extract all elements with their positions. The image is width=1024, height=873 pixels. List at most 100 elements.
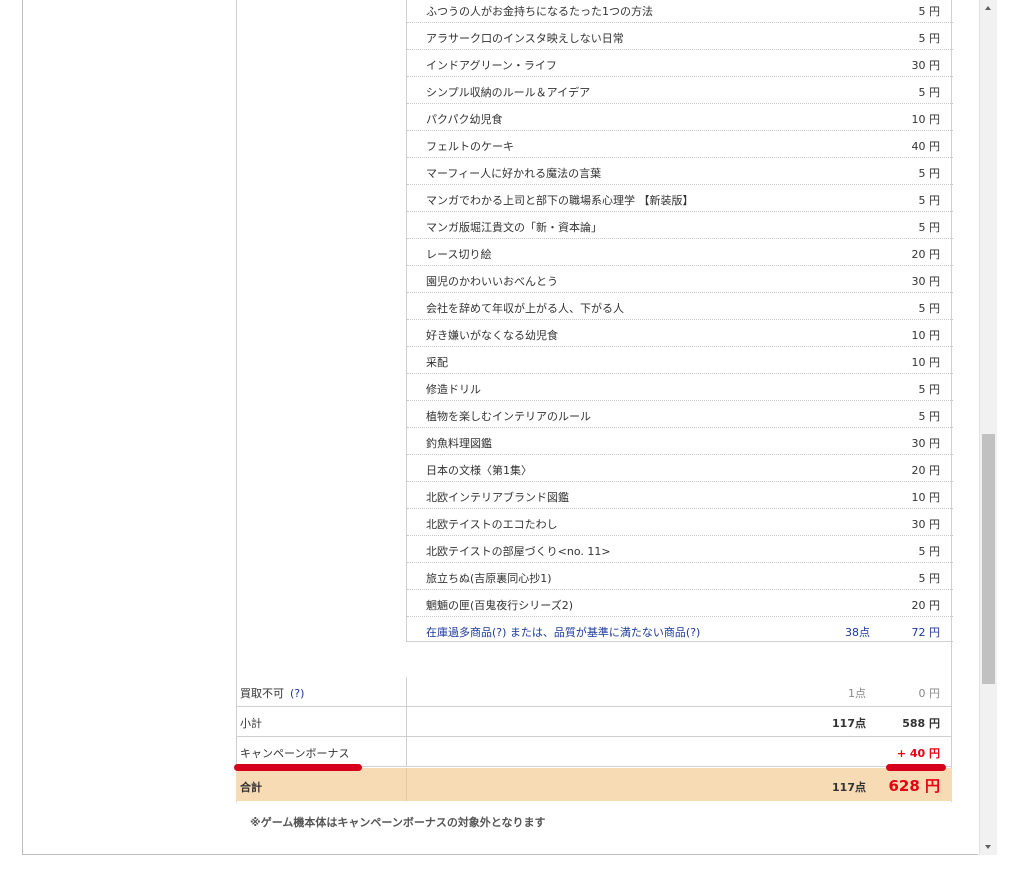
item-title: シンプル収納のルール＆アイデア (426, 86, 591, 99)
item-title: アラサーク口のインスタ映えしない日常 (426, 32, 624, 45)
item-price: 20 円 (911, 599, 941, 612)
list-item: 修造ドリル 5 円 (407, 374, 953, 401)
item-price: 5 円 (918, 410, 941, 423)
item-title: 修造ドリル (426, 383, 481, 396)
list-item: 釣魚料理図鑑 30 円 (407, 428, 953, 455)
campaign-note: ※ゲーム機本体はキャンペーンボーナスの対象外となります (250, 816, 546, 829)
highlight-underline-label (234, 764, 362, 771)
item-title: インドアグリーン・ライフ (426, 59, 557, 72)
list-item: シンプル収納のルール＆アイデア 5 円 (407, 77, 953, 104)
list-item: 園児のかわいいおべんとう 30 円 (407, 266, 953, 293)
list-item: 旅立ちぬ(吉原裏同心抄1) 5 円 (407, 563, 953, 590)
item-price: 5 円 (918, 32, 941, 45)
item-title: 北欧テイストの部屋づくり<no. 11> (426, 545, 611, 558)
list-item: 北欧テイストの部屋づくり<no. 11> 5 円 (407, 536, 953, 563)
item-title: 植物を楽しむインテリアのルール (426, 410, 591, 423)
subtotal-count: 117点 (832, 717, 866, 730)
item-title: パクパク幼児食 (426, 113, 503, 126)
list-item: 日本の文様〈第1集〉 20 円 (407, 455, 953, 482)
item-price: 5 円 (918, 545, 941, 558)
list-item: 会社を辞めて年収が上がる人、下がる人 5 円 (407, 293, 953, 320)
item-price: 20 円 (911, 248, 941, 261)
item-title: フェルトのケーキ (426, 140, 514, 153)
list-item: 好き嫌いがなくなる幼児食 10 円 (407, 320, 953, 347)
subtotal-row: 小計 117点 588 円 (236, 707, 952, 737)
item-title: 北欧インテリアブランド図鑑 (426, 491, 569, 504)
total-price: 628 円 (888, 777, 940, 795)
item-price: 10 円 (911, 329, 941, 342)
list-item: アラサーク口のインスタ映えしない日常 5 円 (407, 23, 953, 50)
excess-stock-row[interactable]: 在庫過多商品(?) または、品質が基準に満たない商品(?) 38点 72 円 (407, 617, 953, 642)
item-title: 会社を辞めて年収が上がる人、下がる人 (426, 302, 624, 315)
item-price: 5 円 (918, 572, 941, 585)
list-item: マンガ版堀江貴文の「新・資本論」 5 円 (407, 212, 953, 239)
item-price: 30 円 (911, 437, 941, 450)
item-title: 釣魚料理図鑑 (426, 437, 492, 450)
excess-stock-count: 38点 (845, 626, 870, 639)
item-title: 魍魎の匣(百鬼夜行シリーズ2) (426, 599, 574, 612)
column-divider (406, 707, 407, 736)
bottom-frame-border (22, 854, 978, 855)
vertical-scrollbar[interactable] (979, 0, 997, 855)
rejected-help-link[interactable]: (?) (290, 687, 304, 700)
excess-stock-link[interactable]: 在庫過多商品(?) または、品質が基準に満たない商品(?) (426, 624, 700, 640)
item-price: 5 円 (918, 221, 941, 234)
item-price: 5 円 (918, 383, 941, 396)
rejected-label-wrap: 買取不可 (?) (240, 685, 304, 701)
scroll-down-arrow-icon[interactable] (980, 838, 997, 855)
rejected-price: 0 円 (918, 687, 941, 700)
rejected-label: 買取不可 (240, 687, 284, 700)
list-item: パクパク幼児食 10 円 (407, 104, 953, 131)
item-title: 日本の文様〈第1集〉 (426, 464, 532, 477)
item-title: レース切り絵 (426, 248, 492, 261)
item-list: ふつうの人がお金持ちになるたった1つの方法 5 円 アラサーク口のインスタ映えし… (406, 0, 953, 642)
subtotal-label: 小計 (240, 717, 262, 730)
column-divider (406, 677, 407, 706)
item-price: 30 円 (911, 275, 941, 288)
item-price: 10 円 (911, 491, 941, 504)
item-price: 5 円 (918, 302, 941, 315)
list-item: 北欧テイストのエコたわし 30 円 (407, 509, 953, 536)
item-title: マンガでわかる上司と部下の職場系心理学 【新装版】 (426, 194, 694, 207)
list-item: フェルトのケーキ 40 円 (407, 131, 953, 158)
subtotal-price: 588 円 (902, 717, 940, 730)
column-divider (406, 737, 407, 766)
item-title: マンガ版堀江貴文の「新・資本論」 (426, 221, 602, 234)
item-price: 10 円 (911, 356, 941, 369)
list-item: 魍魎の匣(百鬼夜行シリーズ2) 20 円 (407, 590, 953, 617)
highlight-underline-amount (886, 764, 946, 771)
item-price: 5 円 (918, 86, 941, 99)
scroll-up-arrow-icon[interactable] (980, 0, 997, 17)
item-title: 好き嫌いがなくなる幼児食 (426, 329, 558, 342)
item-price: 5 円 (918, 167, 941, 180)
item-price: 5 円 (918, 5, 941, 18)
total-count: 117点 (832, 781, 866, 794)
item-title: マーフィー人に好かれる魔法の言葉 (426, 167, 602, 180)
item-price: 5 円 (918, 194, 941, 207)
list-item: 采配 10 円 (407, 347, 953, 374)
list-item: ふつうの人がお金持ちになるたった1つの方法 5 円 (407, 0, 953, 23)
item-price: 10 円 (911, 113, 941, 126)
rejected-row: 買取不可 (?) 1点 0 円 (236, 677, 952, 707)
item-title: 采配 (426, 356, 448, 369)
item-price: 30 円 (911, 59, 941, 72)
item-price: 30 円 (911, 518, 941, 531)
rejected-count: 1点 (848, 687, 866, 700)
item-price: 20 円 (911, 464, 941, 477)
total-row: 合計 117点 628 円 (236, 768, 952, 801)
total-label: 合計 (240, 781, 262, 794)
item-title: 旅立ちぬ(吉原裏同心抄1) (426, 572, 552, 585)
campaign-bonus-label: キャンペーンボーナス (240, 747, 350, 760)
scrollbar-thumb[interactable] (982, 434, 995, 684)
left-frame-border (22, 0, 23, 855)
column-divider (406, 768, 407, 801)
item-title: ふつうの人がお金持ちになるたった1つの方法 (426, 5, 653, 18)
list-item: マンガでわかる上司と部下の職場系心理学 【新装版】 5 円 (407, 185, 953, 212)
item-title: 園児のかわいいおべんとう (426, 275, 558, 288)
list-item: 植物を楽しむインテリアのルール 5 円 (407, 401, 953, 428)
list-item: インドアグリーン・ライフ 30 円 (407, 50, 953, 77)
campaign-bonus-row: キャンペーンボーナス + 40 円 (236, 737, 952, 767)
item-price: 40 円 (911, 140, 941, 153)
list-item: 北欧インテリアブランド図鑑 10 円 (407, 482, 953, 509)
excess-stock-price: 72 円 (911, 626, 941, 639)
